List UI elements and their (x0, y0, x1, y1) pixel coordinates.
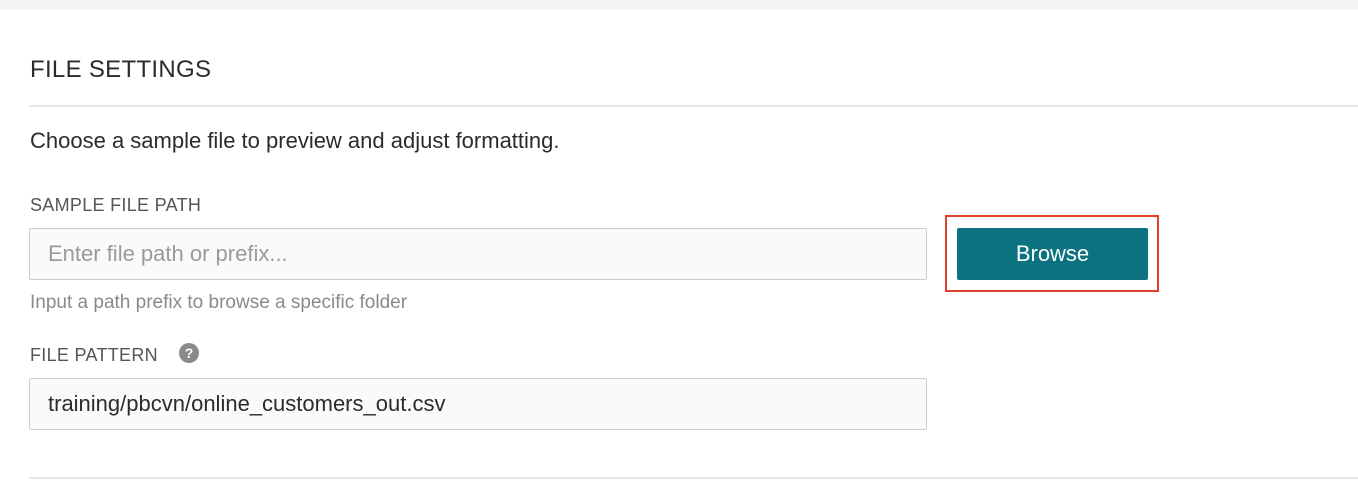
sample-file-path-label: SAMPLE FILE PATH (30, 195, 202, 215)
bottom-divider (29, 477, 1358, 479)
sample-file-path-input[interactable] (29, 228, 927, 280)
sample-file-path-hint: Input a path prefix to browse a specific… (30, 292, 408, 313)
help-icon[interactable]: ? (179, 343, 199, 363)
file-pattern-input[interactable] (29, 378, 927, 430)
section-title: FILE SETTINGS (30, 56, 212, 83)
top-band (0, 0, 1358, 10)
section-divider (29, 105, 1358, 107)
file-pattern-label: FILE PATTERN (30, 345, 158, 365)
section-description: Choose a sample file to preview and adju… (30, 128, 560, 153)
browse-button[interactable]: Browse (957, 228, 1148, 280)
